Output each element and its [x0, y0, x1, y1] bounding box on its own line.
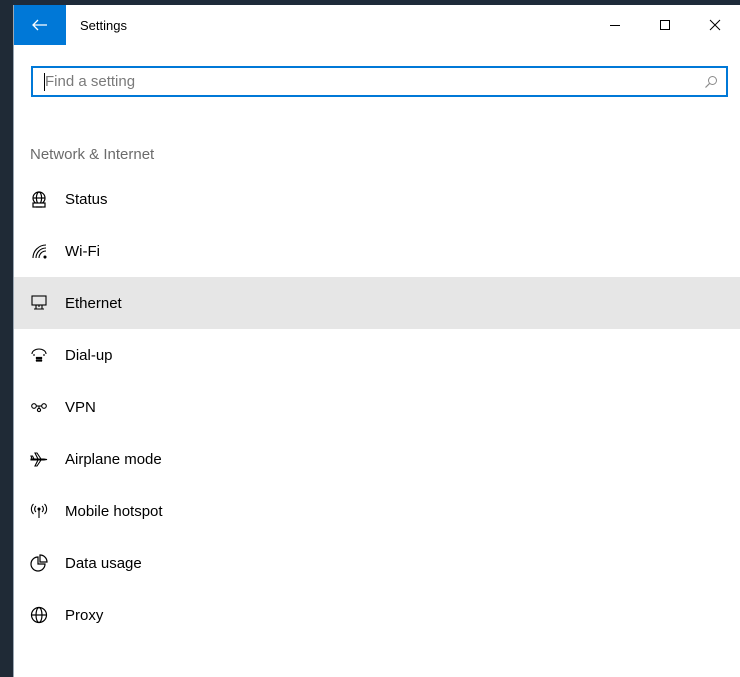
nav-item-dialup[interactable]: Dial-up [14, 329, 740, 381]
nav-item-proxy[interactable]: Proxy [14, 589, 740, 641]
nav-item-airplane-mode[interactable]: Airplane mode [14, 433, 740, 485]
nav-item-mobile-hotspot[interactable]: Mobile hotspot [14, 485, 740, 537]
app-title: Settings [80, 17, 127, 33]
window-frame-left [0, 0, 13, 677]
nav-label: Ethernet [65, 294, 122, 312]
back-button[interactable] [14, 5, 66, 45]
search-icon[interactable] [696, 68, 726, 95]
vpn-icon [28, 396, 50, 418]
search-input[interactable] [43, 67, 696, 96]
nav-label: Status [65, 190, 108, 208]
title-bar: Settings [14, 5, 740, 45]
minimize-button[interactable] [590, 5, 640, 45]
nav-label: Dial-up [65, 346, 113, 364]
window-controls [590, 5, 740, 45]
airplane-icon [28, 448, 50, 470]
text-caret [44, 73, 45, 91]
data-usage-icon [28, 552, 50, 574]
search-box [31, 66, 728, 97]
nav-list: Status Wi-Fi Ethernet Dial-up VPN Airpla… [14, 173, 740, 641]
close-icon [709, 19, 721, 31]
close-button[interactable] [690, 5, 740, 45]
nav-label: Wi-Fi [65, 242, 100, 260]
wifi-icon [28, 240, 50, 262]
dialup-icon [28, 344, 50, 366]
globe-status-icon [28, 188, 50, 210]
proxy-globe-icon [28, 604, 50, 626]
minimize-icon [610, 25, 620, 26]
nav-label: Mobile hotspot [65, 502, 163, 520]
nav-label: Proxy [65, 606, 104, 624]
nav-label: Airplane mode [65, 450, 162, 468]
nav-item-vpn[interactable]: VPN [14, 381, 740, 433]
nav-item-wifi[interactable]: Wi-Fi [14, 225, 740, 277]
maximize-button[interactable] [640, 5, 690, 45]
hotspot-icon [28, 500, 50, 522]
section-title: Network & Internet [30, 146, 155, 163]
maximize-icon [660, 20, 670, 30]
ethernet-icon [28, 292, 50, 314]
nav-item-ethernet[interactable]: Ethernet [14, 277, 740, 329]
nav-item-data-usage[interactable]: Data usage [14, 537, 740, 589]
nav-item-status[interactable]: Status [14, 173, 740, 225]
nav-label: VPN [65, 398, 96, 416]
back-arrow-icon [32, 19, 47, 31]
nav-label: Data usage [65, 554, 142, 572]
